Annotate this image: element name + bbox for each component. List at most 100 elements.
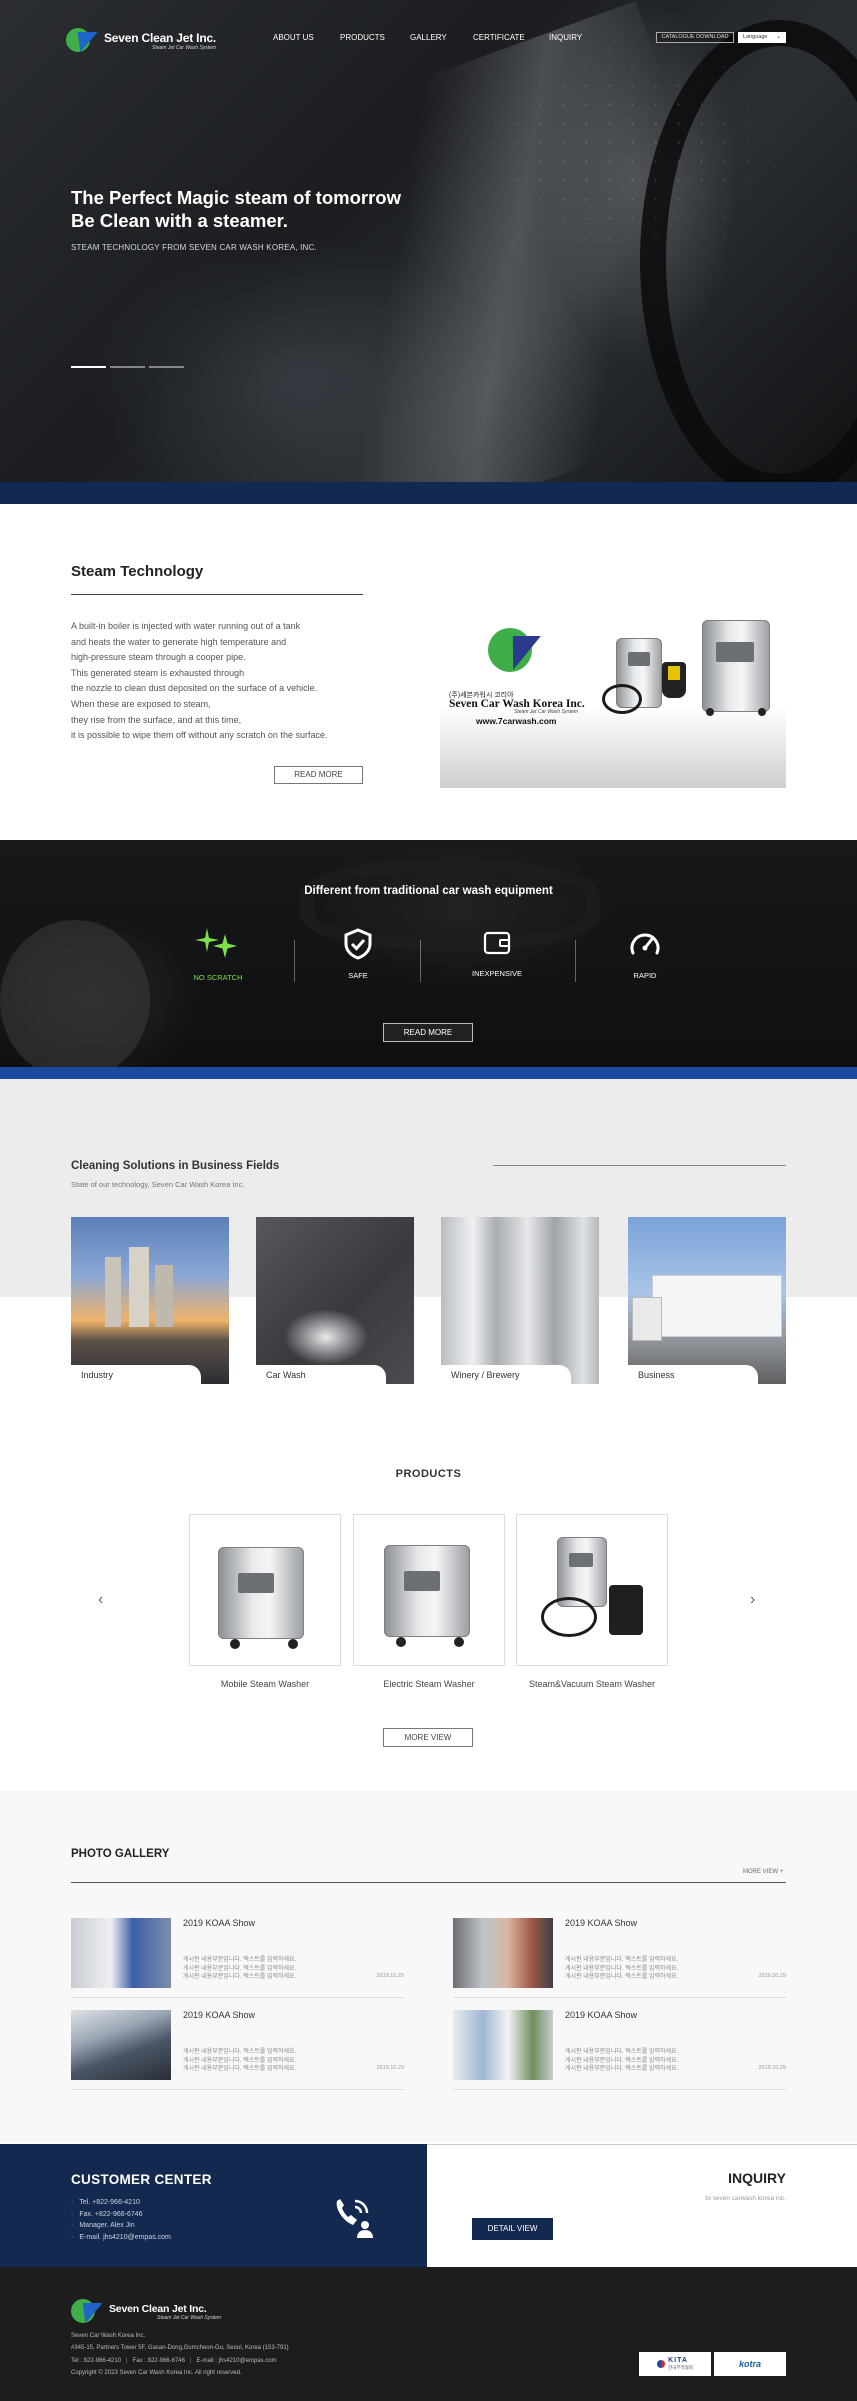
logo-name: Seven Clean Jet Inc. [104,31,217,45]
inquiry-panel [427,2144,857,2267]
solution-card-label: Winery / Brewery [441,1365,571,1384]
customer-center-title: CUSTOMER CENTER [71,2172,212,2187]
gallery-item-date: 2019.10.29 [758,2065,786,2071]
solution-card-label: Car Wash [256,1365,386,1384]
product-card-steam-vacuum[interactable] [516,1514,668,1666]
solutions-rule [493,1165,786,1166]
detail-view-button[interactable]: DETAIL VIEW [472,2218,553,2240]
gallery-item-date: 2019.10.29 [376,2065,404,2071]
footer-logo-name: Seven Clean Jet Inc. [109,2303,207,2315]
slide-indicator-1[interactable] [71,366,106,368]
hero-title-line2: Be Clean with a steamer. [71,210,288,231]
features-read-more-button[interactable]: READ MORE [383,1023,473,1042]
feature-label: NO SCRATCH [193,973,243,982]
nav-about-us[interactable]: ABOUT US [273,33,340,42]
gallery-item-title: 2019 KOAA Show [183,1918,256,1928]
gallery-item-date: 2019.10.29 [758,1973,786,1979]
customer-center-contacts: Tel. +822-966-4210 Fax. +822-966-6746 Ma… [71,2197,171,2244]
image-hose-icon [602,684,642,714]
footer-tel: Tel : 822-966-4210 [71,2357,122,2364]
language-select[interactable]: Language ⌄ [738,32,786,43]
chevron-right-icon[interactable]: › [750,1591,755,1609]
solutions-title: Cleaning Solutions in Business Fields [71,1160,280,1172]
gallery-thumb [453,2010,553,2080]
feature-label: INEXPENSIVE [471,969,523,978]
footer-contacts: Tel : 822-966-4210 | Fax : 822-966-6746 | E-… [71,2357,277,2364]
gallery-item-desc: 게시판 내용부분입니다. 텍스트를 입력하세요. 게시판 내용부분입니다. 텍스… [183,1957,297,1980]
gallery-item-title: 2019 KOAA Show [183,2010,256,2020]
gallery-more-link[interactable]: MORE VIEW + [743,1869,783,1875]
product-image [384,1545,470,1637]
nav-products[interactable]: PRODUCTS [340,33,410,42]
hero-banner [0,0,857,482]
inquiry-title: INQUIRY [728,2170,786,2186]
contact-email[interactable]: E-mail. jhs4210@empas.com [71,2232,171,2244]
chevron-down-icon: ⌄ [775,34,781,40]
product-name[interactable]: Mobile Steam Washer [189,1679,341,1689]
footer-company: Seven Car Wash Korea Inc. [71,2333,146,2339]
main-nav: ABOUT US PRODUCTS GALLERY CERTIFICATE IN… [273,33,582,42]
feature-rapid: RAPID [595,928,695,980]
gallery-item[interactable]: 2019 KOAA Show 게시판 내용부분입니다. 텍스트를 입력하세요. … [71,1918,404,1998]
features-title: Different from traditional car wash equi… [304,885,553,897]
product-card-mobile[interactable] [189,1514,341,1666]
kita-logo-icon [657,2360,666,2368]
footer-email: E-mail : jhs4210@empas.com [196,2357,277,2364]
hero-subtitle: STEAM TECHNOLOGY FROM SEVEN CAR WASH KOR… [71,243,317,252]
feature-divider [294,940,295,982]
winery-image [441,1217,599,1384]
contact-fax: Fax. +822-966-6746 [71,2209,171,2221]
product-hose [541,1597,597,1637]
gallery-item[interactable]: 2019 KOAA Show 게시판 내용부분입니다. 텍스트를 입력하세요. … [453,1918,786,1998]
contact-tel: Tel. +822-966-4210 [71,2197,171,2209]
gallery-item-title: 2019 KOAA Show [565,1918,638,1928]
product-name[interactable]: Steam&Vacuum Steam Washer [516,1679,668,1689]
hero-slide-indicators [71,366,184,368]
footer-logo[interactable]: Seven Clean Jet Inc. Steam Jet Car Wash … [71,2297,221,2327]
inquiry-subtitle: to seven carwash korea inc. [705,2195,786,2202]
products-title: PRODUCTS [395,1468,462,1480]
nav-gallery[interactable]: GALLERY [410,33,473,42]
solutions-subtitle: State of our technology, Seven Car Wash … [71,1180,245,1189]
feature-divider [420,940,421,982]
nav-inquiry[interactable]: INQUIRY [549,33,582,42]
industry-image [71,1217,229,1384]
kotra-badge[interactable]: kotra [714,2352,786,2376]
solution-card-industry[interactable]: Industry [71,1217,229,1384]
slide-indicator-2[interactable] [110,366,145,368]
gallery-item[interactable]: 2019 KOAA Show 게시판 내용부분입니다. 텍스트를 입력하세요. … [71,2010,404,2090]
feature-label: RAPID [633,971,657,980]
chevron-left-icon[interactable]: ‹ [98,1591,103,1609]
slide-indicator-3[interactable] [149,366,184,368]
gallery-item-desc: 게시판 내용부분입니다. 텍스트를 입력하세요. 게시판 내용부분입니다. 텍스… [183,2049,297,2072]
hero-bottom-band [0,482,857,504]
header-logo[interactable]: Seven Clean Jet Inc. Steam Jet Car Wash … [66,26,216,56]
product-card-electric[interactable] [353,1514,505,1666]
kotra-label: kotra [738,2359,761,2369]
speedometer-icon [630,933,660,955]
kita-badge[interactable]: KITA 한국무역협회 [639,2352,711,2376]
solution-card-business[interactable]: Business [628,1217,786,1384]
product-name[interactable]: Electric Steam Washer [353,1679,505,1689]
solution-card-car-wash[interactable]: Car Wash [256,1217,414,1384]
nav-certificate[interactable]: CERTIFICATE [473,33,549,42]
products-more-view-button[interactable]: MORE VIEW [383,1728,473,1747]
logo-mark-icon [71,2297,103,2327]
solution-card-winery[interactable]: Winery / Brewery [441,1217,599,1384]
steam-read-more-button[interactable]: READ MORE [274,766,363,784]
gallery-item-desc: 게시판 내용부분입니다. 텍스트를 입력하세요. 게시판 내용부분입니다. 텍스… [565,2049,679,2072]
shield-check-icon [344,928,372,960]
image-machine-large [702,620,770,712]
product-image [218,1547,304,1639]
footer-logo-tagline: Steam Jet Car Wash System [157,2315,222,2321]
feature-label: SAFE [348,971,368,980]
gallery-rule [71,1882,786,1883]
hero-title: The Perfect Magic steam of tomorrow Be C… [71,186,471,232]
catalogue-download-button[interactable]: CATALOGUE DOWNLOAD [656,32,734,43]
gallery-item[interactable]: 2019 KOAA Show 게시판 내용부분입니다. 텍스트를 입력하세요. … [453,2010,786,2090]
sparkle-icon [195,928,237,958]
footer-address: #345-15, Partners Tower 5F, Gasan-Dong,G… [71,2345,289,2352]
logo-tagline: Steam Jet Car Wash System [152,45,217,51]
feature-divider [575,940,576,982]
gallery-title: PHOTO GALLERY [71,1848,170,1860]
